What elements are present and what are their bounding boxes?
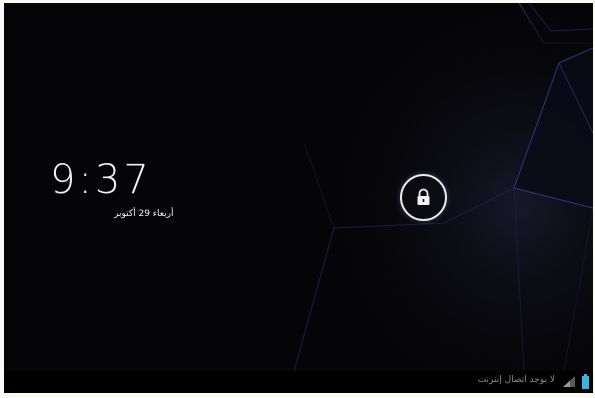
lock-screen: 9:37 أربعاء 29 أكتوبر لا يوجد اتصال إنتر… <box>4 3 593 393</box>
unlock-handle[interactable] <box>400 174 447 221</box>
signal-icon <box>563 376 575 387</box>
status-bar: لا يوجد اتصال إنترنت <box>4 371 593 393</box>
device-frame: 9:37 أربعاء 29 أكتوبر لا يوجد اتصال إنتر… <box>0 0 595 398</box>
lock-icon <box>417 188 430 205</box>
connection-status-text: لا يوجد اتصال إنترنت <box>477 375 555 385</box>
clock-time: 9:37 <box>50 157 152 203</box>
battery-icon <box>582 374 589 389</box>
clock-date: أربعاء 29 أكتوبر <box>114 209 174 219</box>
